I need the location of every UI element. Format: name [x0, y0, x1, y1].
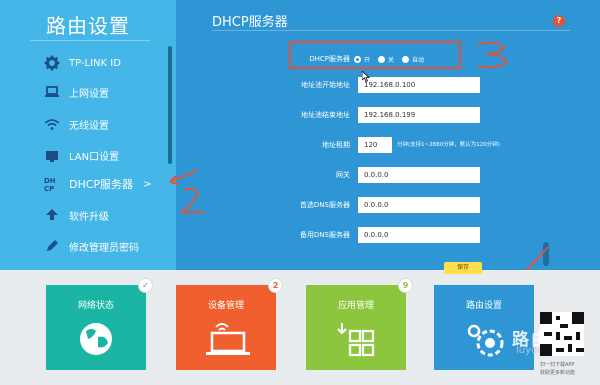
- sidebar-item-change-admin-password[interactable]: 修改管理员密码: [44, 234, 168, 258]
- tile-label: 设备管理: [207, 301, 244, 311]
- content-scrollbar[interactable]: [543, 242, 549, 266]
- sidebar-item-software-upgrade[interactable]: 软件升级: [44, 203, 168, 227]
- qr-caption: 获取更多新功能: [540, 370, 576, 376]
- lease-time-hint: 分钟(支持1~2880分钟，默认为120分钟): [397, 142, 500, 148]
- wifi-icon: [44, 119, 60, 130]
- tile-device-management[interactable]: 设备管理 2: [176, 278, 283, 370]
- sidebar-item-label: 修改管理员密码: [69, 242, 139, 254]
- sidebar-item-label: 软件升级: [69, 211, 109, 223]
- mouse-cursor-icon: [362, 71, 370, 82]
- help-icon[interactable]: ?: [553, 15, 565, 27]
- title-divider: [212, 30, 570, 31]
- qr-code: [540, 312, 584, 356]
- primary-dns-label: 首选DNS服务器: [299, 201, 350, 209]
- sidebar-item-internet-setup[interactable]: 上网设置: [44, 80, 168, 104]
- secondary-dns-row: 备用DNS服务器 0.0.0.0: [176, 227, 600, 243]
- tile-label: 网络状态: [77, 301, 114, 311]
- sidebar-divider: [30, 40, 150, 41]
- pool-end-input[interactable]: 192.168.0.199: [358, 107, 480, 123]
- tile-label: 应用管理: [337, 301, 374, 311]
- gear-icon: [44, 55, 60, 71]
- sidebar: 路由设置 TP-LINK ID 上网设置 无线设置 LAN口设置 DH CP DH…: [0, 0, 176, 270]
- sidebar-title: 路由设置: [46, 14, 130, 38]
- pool-start-label: 地址池开始地址: [301, 81, 350, 89]
- gateway-input[interactable]: 0.0.0.0: [358, 167, 480, 183]
- sidebar-item-tplink-id[interactable]: TP-LINK ID: [44, 51, 168, 75]
- pool-start-input[interactable]: 192.168.0.100: [358, 77, 480, 93]
- pool-end-label: 地址池结束地址: [301, 111, 350, 119]
- gateway-label: 网关: [336, 171, 350, 179]
- sidebar-item-lan-setup[interactable]: LAN口设置: [44, 143, 168, 167]
- tile-label: 路由设置: [465, 301, 502, 311]
- sidebar-item-wireless-setup[interactable]: 无线设置: [44, 112, 168, 136]
- sidebar-item-label: 上网设置: [69, 88, 109, 100]
- dhcp-icon: DHCP: [44, 177, 56, 192]
- lease-time-input[interactable]: 120: [358, 137, 392, 153]
- page-title: DHCP服务器: [212, 15, 288, 30]
- pencil-icon: [47, 240, 58, 251]
- tile-app-management[interactable]: 应用管理 9: [306, 278, 413, 370]
- chevron-right-icon: >: [143, 178, 152, 190]
- apps-grid-icon: [337, 323, 375, 357]
- sidebar-scrollbar[interactable]: [168, 46, 172, 164]
- globe-icon: [80, 323, 112, 355]
- qr-caption: 扫一扫下载APP: [540, 362, 575, 368]
- svg-text:CP: CP: [44, 185, 54, 192]
- primary-dns-row: 首选DNS服务器 0.0.0.0: [176, 197, 600, 213]
- check-badge-icon: ✓: [138, 278, 153, 293]
- lan-port-icon: [46, 151, 58, 162]
- upload-icon: [46, 209, 58, 220]
- secondary-dns-input[interactable]: 0.0.0.0: [358, 227, 480, 243]
- count-badge: 2: [268, 278, 283, 293]
- bottom-navigation: 网络状态 ✓ 设备管理 2 应用管理 9 路由设置: [0, 270, 600, 385]
- sidebar-item-label: DHCP服务器: [69, 178, 134, 191]
- sidebar-item-label: TP-LINK ID: [69, 57, 121, 69]
- device-laptop-icon: [206, 323, 250, 355]
- sidebar-item-label: LAN口设置: [69, 151, 120, 163]
- count-badge: 9: [398, 278, 413, 293]
- lease-time-label: 地址租期: [322, 141, 350, 149]
- svg-text:DH: DH: [44, 177, 56, 185]
- gateway-row: 网关 0.0.0.0: [176, 167, 600, 183]
- lease-time-row: 地址租期 120 分钟(支持1~2880分钟，默认为120分钟): [176, 137, 600, 153]
- secondary-dns-label: 备用DNS服务器: [299, 231, 350, 239]
- tile-network-status[interactable]: 网络状态 ✓: [46, 278, 153, 370]
- laptop-icon: [45, 86, 59, 97]
- pool-start-row: 地址池开始地址 192.168.0.100: [176, 77, 600, 93]
- pool-end-row: 地址池结束地址 192.168.0.199: [176, 107, 600, 123]
- sidebar-item-label: 无线设置: [69, 120, 109, 132]
- sidebar-item-dhcp-server[interactable]: DH CP DHCP服务器 >: [44, 172, 168, 196]
- router-settings-icon: [467, 324, 504, 357]
- qr-code-icon: [540, 312, 584, 356]
- primary-dns-input[interactable]: 0.0.0.0: [358, 197, 480, 213]
- annotation-highlight-box: [289, 41, 461, 69]
- save-button[interactable]: 保存: [444, 262, 482, 274]
